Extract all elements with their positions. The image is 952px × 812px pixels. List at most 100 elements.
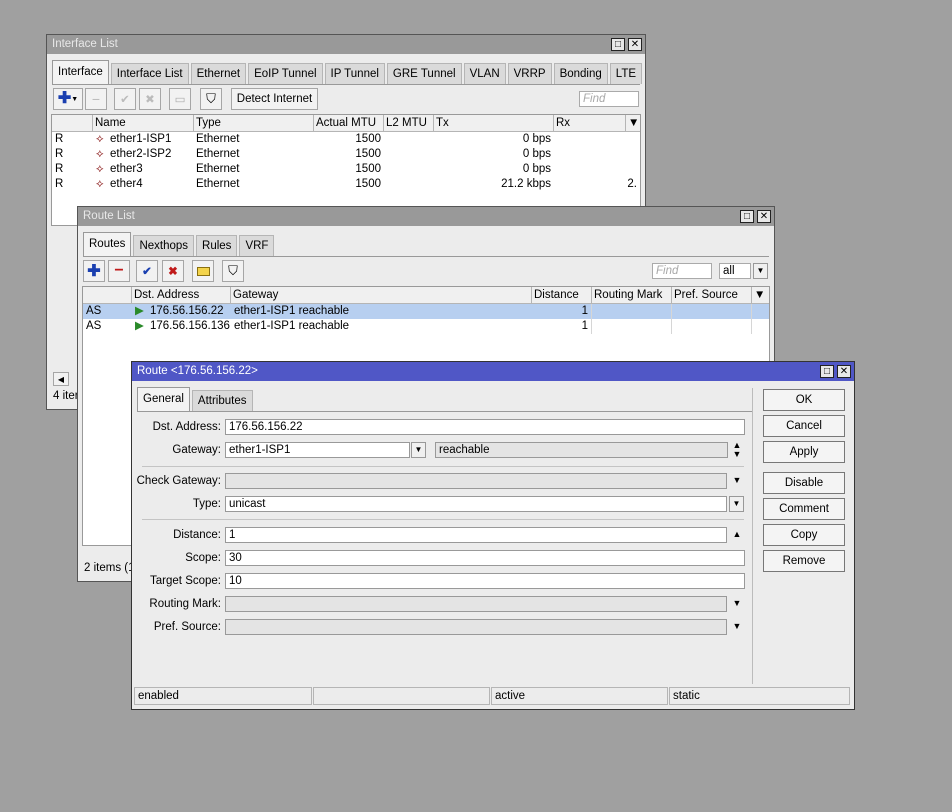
target-scope-input[interactable]: 10 [225, 573, 745, 589]
note-icon: ▭ [174, 94, 186, 106]
col-tx[interactable]: Tx [434, 115, 554, 131]
col-dst-address[interactable]: Dst. Address [132, 287, 231, 303]
tab-nexthops[interactable]: Nexthops [133, 235, 195, 256]
filter-select[interactable]: all [719, 263, 751, 279]
close-button[interactable]: ✕ [837, 365, 851, 378]
table-row[interactable]: AS ▶ 176.56.156.22 ether1-ISP1 reachable… [83, 304, 769, 319]
type-label: Type: [192, 498, 221, 510]
row-dst: 176.56.156.136 [150, 320, 230, 332]
copy-button[interactable]: Copy [763, 524, 845, 546]
find-input[interactable]: Find [579, 91, 639, 107]
chevron-up-icon[interactable]: ▲ [730, 529, 744, 539]
chevron-down-icon[interactable]: ▼ [753, 263, 768, 279]
find-input[interactable]: Find [652, 263, 712, 279]
disable-button[interactable]: Disable [763, 472, 845, 494]
distance-input[interactable]: 1 [225, 527, 727, 543]
table-row[interactable]: R ⟡ ether2-ISP2 Ethernet 1500 0 bps [52, 147, 640, 162]
maximize-button[interactable]: □ [820, 365, 834, 378]
ok-button[interactable]: OK [763, 389, 845, 411]
cancel-button[interactable]: Cancel [763, 415, 845, 437]
column-menu-icon[interactable]: ▼ [626, 115, 640, 131]
comment-button[interactable]: Comment [763, 498, 845, 520]
maximize-button[interactable]: □ [611, 38, 625, 51]
chevron-down-icon: ▼ [732, 499, 741, 508]
scroll-left-button[interactable]: ◀ [53, 372, 69, 386]
detect-internet-button[interactable]: Detect Internet [231, 88, 318, 110]
tab-divider [137, 411, 752, 412]
tab-lte[interactable]: LTE [609, 63, 643, 84]
type-dropdown-button[interactable]: ▼ [729, 496, 744, 512]
status-enabled: enabled [134, 687, 312, 705]
filter-route-button[interactable]: ⛉ [222, 260, 244, 282]
note-icon [196, 266, 210, 276]
chevron-down-icon[interactable]: ▼ [730, 475, 744, 485]
interface-list-titlebar[interactable]: Interface List □ ✕ [47, 35, 645, 54]
remove-route-button[interactable]: − [108, 260, 130, 282]
plus-icon: ✚ [57, 90, 72, 107]
comment-route-button[interactable] [192, 260, 214, 282]
tab-interface[interactable]: Interface [52, 60, 109, 84]
disable-route-button[interactable]: ✖ [162, 260, 184, 282]
maximize-button[interactable]: □ [740, 210, 754, 223]
tab-ip-tunnel[interactable]: IP Tunnel [324, 63, 385, 84]
tab-interface-list[interactable]: Interface List [110, 63, 189, 84]
type-select[interactable]: unicast [225, 496, 727, 512]
table-row[interactable]: R ⟡ ether4 Ethernet 1500 21.2 kbps 2. [52, 177, 640, 192]
col-gateway[interactable]: Gateway [231, 287, 532, 303]
close-button[interactable]: ✕ [628, 38, 642, 51]
tab-vlan[interactable]: VLAN [463, 63, 506, 84]
col-actual-mtu[interactable]: Actual MTU [314, 115, 384, 131]
row-name: ether4 [110, 178, 143, 190]
updown-arrows-icon[interactable]: ▲ ▼ [730, 441, 744, 459]
col-pref-source[interactable]: Pref. Source [672, 287, 752, 303]
disable-button[interactable]: ✖ [139, 88, 161, 110]
table-header: Name Type Actual MTU L2 MTU Tx Rx ▼ [52, 115, 640, 132]
col-l2-mtu[interactable]: L2 MTU [384, 115, 434, 131]
chevron-down-icon[interactable]: ▼ [730, 598, 744, 608]
scope-input[interactable]: 30 [225, 550, 745, 566]
tab-rules[interactable]: Rules [196, 235, 238, 256]
tab-general[interactable]: General [137, 387, 190, 411]
table-row[interactable]: R ⟡ ether1-ISP1 Ethernet 1500 0 bps [52, 132, 640, 147]
tab-routes[interactable]: Routes [83, 232, 132, 256]
routing-mark-select[interactable] [225, 596, 727, 612]
dst-address-input[interactable]: 176.56.156.22 [225, 419, 745, 435]
tab-vrrp[interactable]: VRRP [507, 63, 552, 84]
col-distance[interactable]: Distance [532, 287, 592, 303]
col-rx[interactable]: Rx [554, 115, 626, 131]
comment-button[interactable]: ▭ [169, 88, 191, 110]
column-menu-icon[interactable]: ▼ [752, 287, 769, 303]
add-button[interactable]: ✚ ▼ [53, 88, 83, 110]
col-routing-mark[interactable]: Routing Mark [592, 287, 672, 303]
row-tx: 21.2 kbps [501, 178, 551, 190]
chevron-down-icon[interactable]: ▼ [730, 621, 744, 631]
col-name[interactable]: Name [93, 115, 194, 131]
tab-vrf[interactable]: VRF [239, 235, 275, 256]
table-row[interactable]: R ⟡ ether3 Ethernet 1500 0 bps [52, 162, 640, 177]
minus-icon: − [114, 262, 124, 279]
check-gateway-label: Check Gateway: [136, 475, 221, 487]
enable-button[interactable]: ✔ [114, 88, 136, 110]
row-type: Ethernet [196, 133, 240, 145]
table-row[interactable]: AS ▶ 176.56.156.136 ether1-ISP1 reachabl… [83, 319, 769, 334]
remove-button[interactable]: − [85, 88, 107, 110]
tab-attributes[interactable]: Attributes [191, 390, 253, 411]
filter-button[interactable]: ⛉ [200, 88, 222, 110]
remove-button[interactable]: Remove [763, 550, 845, 572]
col-type[interactable]: Type [194, 115, 314, 131]
route-dialog-titlebar[interactable]: Route <176.56.156.22> □ ✕ [132, 362, 854, 381]
row-tx: 0 bps [522, 148, 551, 160]
tab-bonding[interactable]: Bonding [553, 63, 608, 84]
gateway-dropdown-button[interactable]: ▼ [411, 442, 426, 458]
route-list-titlebar[interactable]: Route List □ ✕ [78, 207, 774, 226]
gateway-input[interactable]: ether1-ISP1 [225, 442, 410, 458]
tab-gre-tunnel[interactable]: GRE Tunnel [386, 63, 462, 84]
add-route-button[interactable]: ✚ [83, 260, 105, 282]
check-gateway-select[interactable] [225, 473, 727, 489]
tab-eoip-tunnel[interactable]: EoIP Tunnel [248, 63, 323, 84]
enable-route-button[interactable]: ✔ [136, 260, 158, 282]
apply-button[interactable]: Apply [763, 441, 845, 463]
tab-ethernet[interactable]: Ethernet [190, 63, 247, 84]
pref-source-select[interactable] [225, 619, 727, 635]
close-button[interactable]: ✕ [757, 210, 771, 223]
